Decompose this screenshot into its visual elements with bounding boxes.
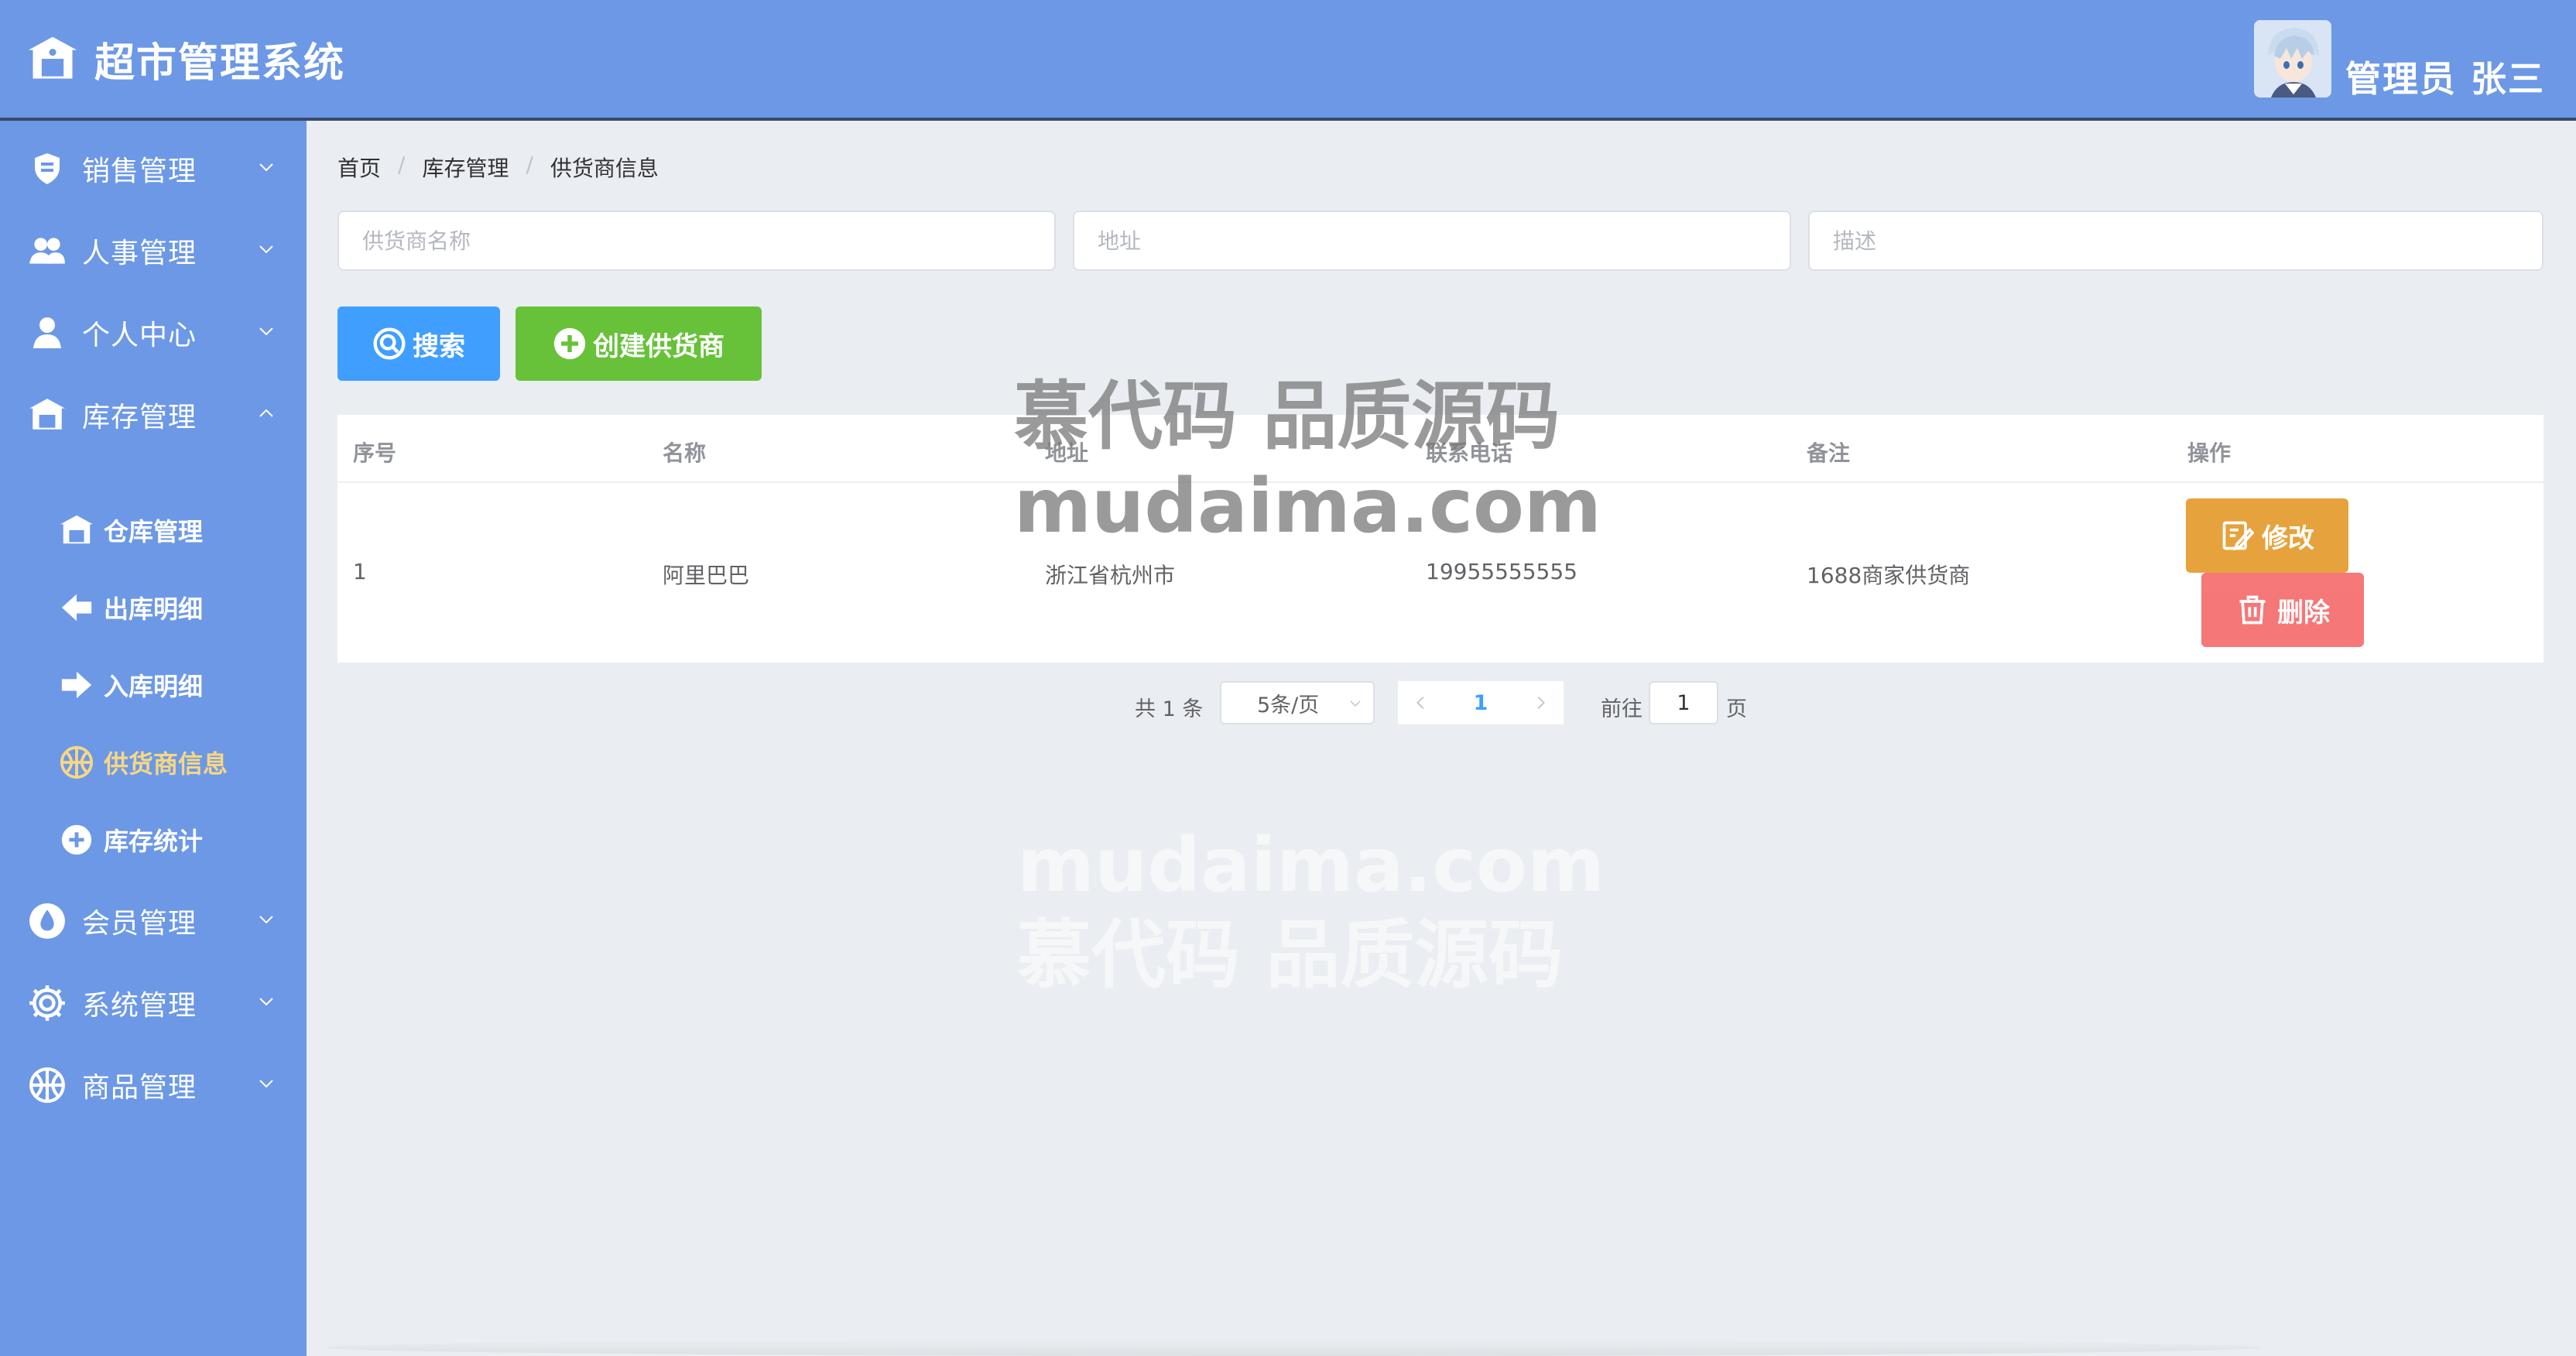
watermark: 慕代码 品质源码 mudaima.com: [1014, 372, 1601, 551]
chevron-down-icon: [259, 998, 273, 1006]
sidebar: 销售管理 人事管理 个人中心 库存管理 仓库管理 出库明细 入库明细 供货商信息…: [0, 121, 307, 1356]
drop-icon: [26, 900, 68, 942]
watermark-line: mudaima.com: [1014, 463, 1601, 550]
page-unit-label: 页: [1726, 697, 1747, 721]
cell-name: 阿里巴巴: [663, 563, 750, 588]
edit-button[interactable]: 修改: [2186, 498, 2348, 573]
submenu-label: 出库明细: [104, 594, 204, 624]
submenu-statistics[interactable]: 库存统计: [0, 805, 307, 875]
menu-label: 系统管理: [82, 990, 197, 1022]
cell-phone: 19955555555: [1426, 559, 1577, 584]
divider: [325, 1339, 2260, 1356]
goto-label: 前往: [1601, 697, 1643, 721]
cell-remark: 1688商家供货商: [1807, 563, 1971, 588]
app-title: 超市管理系统: [94, 39, 346, 87]
menu-hr[interactable]: 人事管理: [0, 212, 307, 289]
chevron-down-icon: [259, 1080, 273, 1088]
description-input[interactable]: [1808, 211, 2543, 271]
page-size-value: 5条/页: [1257, 693, 1320, 717]
breadcrumb-home[interactable]: 首页: [337, 152, 381, 183]
pagination: 共 1 条 5条/页 1 前往 1 页: [0, 681, 2576, 728]
chevron-down-icon: [1350, 700, 1361, 707]
breadcrumb-current: 供货商信息: [550, 156, 659, 181]
plus-circle-icon: [57, 820, 96, 859]
basketball-icon: [26, 1064, 68, 1106]
cell-index: 1: [353, 559, 367, 584]
cell-address: 浙江省杭州市: [1045, 563, 1176, 588]
edit-icon: [2222, 521, 2254, 551]
submenu-label: 仓库管理: [104, 517, 204, 546]
menu-label: 商品管理: [82, 1072, 197, 1104]
submenu-label: 库存统计: [104, 827, 204, 856]
breadcrumb-separator: /: [398, 152, 406, 177]
chevron-down-icon: [259, 163, 273, 172]
prev-page-button[interactable]: [1398, 681, 1444, 724]
warehouse-icon: [57, 511, 96, 550]
menu-label: 销售管理: [82, 156, 197, 187]
menu-members[interactable]: 会员管理: [0, 882, 307, 960]
menu-products[interactable]: 商品管理: [0, 1046, 307, 1124]
column-header: 备注: [1807, 440, 1851, 466]
menu-profile[interactable]: 个人中心: [0, 294, 307, 372]
gear-icon: [26, 982, 68, 1024]
user-menu[interactable]: 管理员 张三: [2253, 20, 2545, 100]
app-logo: 超市管理系统: [26, 30, 345, 88]
search-icon: [373, 327, 406, 360]
search-form: [337, 211, 2543, 271]
page-size-select[interactable]: 5条/页: [1220, 681, 1375, 724]
create-button-label: 创建供货商: [593, 330, 724, 362]
avatar[interactable]: [2253, 20, 2331, 98]
chevron-down-icon: [259, 327, 273, 336]
top-header: 超市管理系统 管理员 张三: [0, 0, 2576, 121]
submenu-warehouse[interactable]: 仓库管理: [0, 495, 307, 565]
chevron-down-icon: [259, 916, 273, 924]
watermark: mudaima.com 慕代码 品质源码: [1017, 820, 1605, 1000]
chevron-up-icon: [259, 409, 273, 417]
next-page-button[interactable]: [1517, 681, 1564, 724]
edit-label: 修改: [2262, 522, 2314, 554]
pagination-total: 共 1 条: [1135, 697, 1204, 721]
search-button-label: 搜索: [413, 330, 465, 362]
delete-label: 删除: [2277, 597, 2330, 628]
basketball-icon: [57, 743, 96, 782]
breadcrumb: 首页 / 库存管理 / 供货商信息: [337, 152, 659, 183]
warehouse-icon: [28, 36, 77, 79]
menu-label: 库存管理: [82, 402, 197, 433]
watermark-line: 慕代码 品质源码: [1017, 912, 1564, 998]
search-button[interactable]: 搜索: [337, 306, 500, 381]
breadcrumb-inventory[interactable]: 库存管理: [422, 152, 509, 183]
chevron-down-icon: [259, 245, 273, 254]
column-header: 序号: [353, 440, 397, 466]
column-header: 名称: [663, 440, 707, 466]
address-input[interactable]: [1073, 211, 1791, 271]
menu-label: 会员管理: [82, 908, 197, 940]
arrow-left-icon: [57, 588, 96, 627]
watermark-line: 慕代码 品质源码: [1014, 373, 1560, 460]
user-icon: [26, 312, 68, 354]
users-icon: [26, 230, 68, 272]
submenu-label: 供货商信息: [104, 749, 228, 779]
submenu-outbound[interactable]: 出库明细: [0, 573, 307, 642]
chevron-right-icon: [1537, 697, 1545, 709]
chevron-left-icon: [1416, 697, 1424, 709]
trash-icon: [2239, 595, 2266, 625]
menu-sales[interactable]: 销售管理: [0, 130, 307, 207]
goto-page-input[interactable]: 1: [1649, 681, 1718, 724]
delete-button[interactable]: 删除: [2201, 573, 2364, 647]
supplier-name-input[interactable]: [337, 211, 1056, 271]
user-name[interactable]: 管理员 张三: [2345, 51, 2545, 102]
plus-circle-icon: [553, 327, 586, 360]
watermark-line: mudaima.com: [1017, 822, 1605, 909]
warehouse-icon: [26, 394, 68, 436]
menu-inventory[interactable]: 库存管理: [0, 376, 307, 454]
page-number[interactable]: 1: [1444, 681, 1517, 724]
create-supplier-button[interactable]: 创建供货商: [516, 306, 762, 381]
menu-system[interactable]: 系统管理: [0, 964, 307, 1042]
submenu-suppliers[interactable]: 供货商信息: [0, 728, 307, 797]
menu-label: 人事管理: [82, 238, 197, 269]
menu-label: 个人中心: [82, 320, 197, 351]
column-header: 操作: [2187, 440, 2232, 466]
breadcrumb-separator: /: [526, 152, 533, 177]
shield-icon: [26, 148, 68, 190]
